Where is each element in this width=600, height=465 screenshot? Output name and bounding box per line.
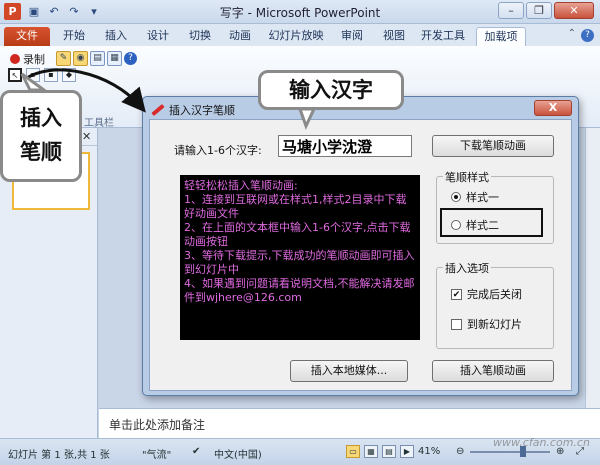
dialog-client-area: 请输入1-6个汉字: 下载笔顺动画 轻轻松松插入笔顺动画: 1、连接到互联网或在… [149,119,572,391]
minimize-button[interactable]: – [498,2,524,19]
record-button[interactable]: 录制 [10,51,45,67]
camera-icon[interactable]: ◉ [73,51,88,66]
help-icon[interactable]: ? [581,29,594,42]
zoom-out-icon[interactable]: ⊖ [456,446,464,457]
title-bar: P ▣ ↶ ↷ ▾ 写字 - Microsoft PowerPoint – ❐ … [0,0,600,24]
style-one-label: 样式一 [466,191,499,204]
tab-insert[interactable]: 插入 [98,27,134,46]
vertical-scrollbar[interactable] [585,128,600,408]
window-controls: – ❐ ✕ [498,2,594,19]
notes-pane[interactable]: 单击此处添加备注 [99,408,600,438]
download-animation-button[interactable]: 下载笔顺动画 [432,135,554,157]
quick-access-toolbar: ▣ ↶ ↷ ▾ [26,4,102,20]
toolbar-tool-c-icon[interactable]: ▪ [44,68,58,82]
stroke-order-dialog: 插入汉字笔顺 X 请输入1-6个汉字: 下载笔顺动画 轻轻松松插入笔顺动画: 1… [142,96,579,396]
dialog-close-button[interactable]: X [534,100,572,116]
save-icon[interactable]: ▣ [26,4,42,20]
tab-animations[interactable]: 动画 [222,27,258,46]
tab-design[interactable]: 设计 [140,27,176,46]
toolbar-tool-d-icon[interactable]: ◆ [62,68,76,82]
insert-animation-button[interactable]: 插入笔顺动画 [432,360,554,382]
ribbon-minimize-icon[interactable]: ⌃ [568,28,576,39]
panel-close-icon[interactable]: ✕ [82,130,91,143]
spellcheck-icon[interactable]: ✔ [192,446,200,457]
style-one-radio[interactable]: 样式一 [451,189,499,205]
toolbar-group-label: 工具栏 [84,118,114,129]
zoom-level[interactable]: 41% [418,446,440,457]
theme-name: "气流" [142,450,172,461]
reading-view-icon[interactable]: ▤ [382,445,396,458]
film-icon[interactable]: ▤ [90,51,105,66]
insert-stroke-order-icon[interactable]: ↖ [8,68,22,82]
tab-addins[interactable]: 加载项 [476,27,526,46]
tab-transitions[interactable]: 切换 [182,27,218,46]
powerpoint-logo-icon[interactable]: P [4,3,21,20]
insert-local-media-button[interactable]: 插入本地媒体... [290,360,408,382]
slideshow-view-icon[interactable]: ▶ [400,445,414,458]
normal-view-icon[interactable]: ▭ [346,445,360,458]
hanzi-input[interactable] [278,135,412,157]
record-icon [10,54,20,64]
hanzi-input-label: 请输入1-6个汉字: [174,144,262,157]
customize-qat-icon[interactable]: ▾ [86,4,102,20]
new-slide-label: 到新幻灯片 [467,318,522,331]
stroke-style-legend: 笔顺样式 [443,169,491,185]
undo-icon[interactable]: ↶ [46,4,62,20]
close-button[interactable]: ✕ [554,2,594,19]
image-tool-icon[interactable]: ▦ [107,51,122,66]
tab-view[interactable]: 视图 [376,27,412,46]
tab-home[interactable]: 开始 [56,27,92,46]
instructions-text: 轻轻松松插入笔顺动画: 1、连接到互联网或在样式1,样式2目录中下载好动画文件 … [180,175,420,340]
insert-options-group: 插入选项 ✔ 完成后关闭 到新幻灯片 [436,260,554,349]
pen-tool-icon[interactable]: ✎ [56,51,71,66]
toolbar-tool-b-icon[interactable]: ▫ [26,68,40,82]
tab-slideshow[interactable]: 幻灯片放映 [264,27,328,46]
language-indicator[interactable]: 中文(中国) [214,446,262,461]
pencil-icon [151,103,165,117]
insert-stroke-callout: 插入 笔顺 [0,90,82,182]
record-label: 录制 [23,53,45,66]
dialog-title-bar: 插入汉字笔顺 [151,102,235,118]
dialog-title: 插入汉字笔顺 [169,104,235,117]
toolbar-row-2: ↖ ▫ ▪ ◆ [8,68,76,82]
restore-button[interactable]: ❐ [526,2,552,19]
redo-icon[interactable]: ↷ [66,4,82,20]
insert-options-legend: 插入选项 [443,260,491,276]
zoom-slider[interactable] [470,451,550,453]
tab-developer[interactable]: 开发工具 [416,27,470,46]
watermark-text: www.cfan.com.cn [493,436,590,449]
tab-review[interactable]: 审阅 [334,27,370,46]
close-after-label: 完成后关闭 [467,288,522,301]
sorter-view-icon[interactable]: ▦ [364,445,378,458]
checkbox-checked-icon: ✔ [451,288,462,300]
new-slide-checkbox[interactable]: 到新幻灯片 [451,316,522,332]
input-hanzi-callout: 输入汉字 [258,70,404,110]
addin-help-icon[interactable]: ? [124,52,137,65]
tab-file[interactable]: 文件 [4,27,50,46]
checkbox-unchecked-icon [451,318,462,330]
ribbon-tab-bar: 文件 开始 插入 设计 切换 动画 幻灯片放映 审阅 视图 开发工具 加载项 ⌃… [0,24,600,46]
style-two-highlight-box [440,208,543,237]
slide-info: 幻灯片 第 1 张,共 1 张 [8,450,110,461]
radio-selected-icon [451,192,461,202]
close-after-checkbox[interactable]: ✔ 完成后关闭 [451,286,522,302]
